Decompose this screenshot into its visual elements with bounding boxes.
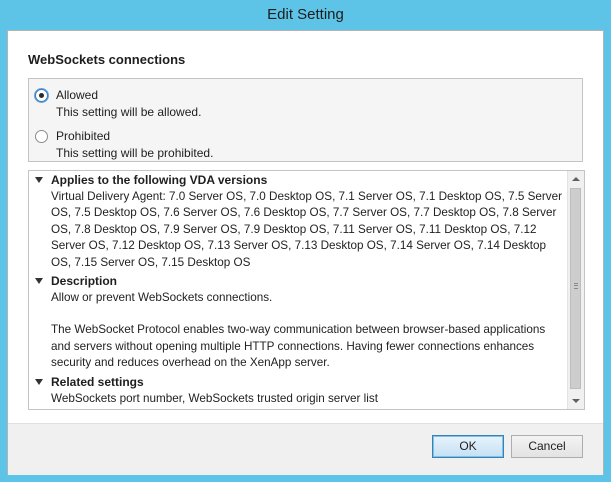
related-settings-header[interactable]: Related settings [33,375,566,391]
applies-to-title: Applies to the following VDA versions [51,173,268,187]
setting-options-group: Allowed This setting will be allowed. Pr… [28,78,583,162]
applies-to-section: Applies to the following VDA versions Vi… [33,173,566,271]
details-content: Applies to the following VDA versions Vi… [29,173,566,407]
edit-setting-dialog: Edit Setting WebSockets connections Allo… [0,0,611,482]
description-header[interactable]: Description [33,274,566,290]
related-settings-text: WebSockets port number, WebSockets trust… [51,391,378,405]
scroll-down-arrow-icon[interactable] [572,399,580,403]
description-summary: Allow or prevent WebSockets connections. [51,291,273,305]
scroll-grip-icon [574,283,578,289]
scroll-thumb[interactable] [570,188,581,389]
collapse-triangle-icon[interactable] [35,378,43,385]
allowed-radio[interactable] [35,89,48,102]
prohibited-description: This setting will be prohibited. [56,146,214,160]
allowed-label[interactable]: Allowed [56,88,98,102]
description-text: The WebSocket Protocol enables two-way c… [51,323,546,370]
applies-to-header[interactable]: Applies to the following VDA versions [33,173,566,189]
setting-name: WebSockets connections [28,52,186,67]
collapse-triangle-icon[interactable] [35,177,43,183]
scroll-up-arrow-icon[interactable] [572,177,580,181]
ok-button[interactable]: OK [432,435,504,458]
allowed-description: This setting will be allowed. [56,105,202,119]
dialog-content: WebSockets connections Allowed This sett… [7,30,604,475]
related-settings-section: Related settings WebSockets port number,… [33,375,566,407]
dialog-title: Edit Setting [267,6,344,23]
applies-to-text: Virtual Delivery Agent: 7.0 Server OS, 7… [51,190,563,269]
prohibited-radio[interactable] [35,130,48,143]
description-section: Description Allow or prevent WebSockets … [33,274,566,372]
dialog-footer: OK Cancel [8,423,603,475]
collapse-triangle-icon[interactable] [35,278,43,285]
description-title: Description [51,274,118,289]
details-panel: Applies to the following VDA versions Vi… [28,170,585,410]
details-scrollbar[interactable] [567,171,584,409]
cancel-button[interactable]: Cancel [511,435,583,458]
prohibited-label[interactable]: Prohibited [56,129,110,143]
related-settings-title: Related settings [51,374,144,389]
